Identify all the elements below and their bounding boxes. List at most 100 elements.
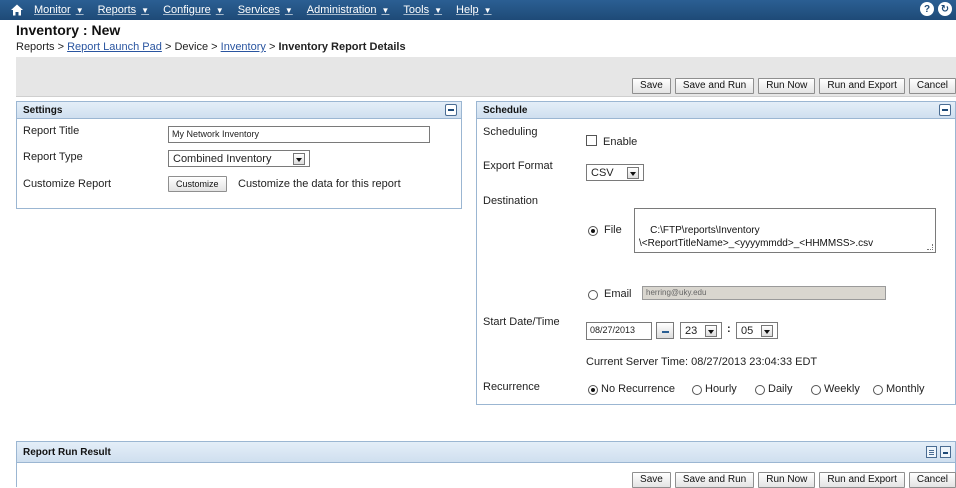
recurrence-monthly-label: Monthly <box>886 383 925 395</box>
enable-checkbox[interactable] <box>586 135 597 146</box>
export-format-label: Export Format <box>483 160 553 172</box>
recurrence-none-radio[interactable] <box>588 385 598 395</box>
cancel-button[interactable]: Cancel <box>908 472 956 488</box>
settings-panel: Settings Report Title My Network Invento… <box>16 101 462 209</box>
run-now-button[interactable]: Run Now <box>758 472 816 488</box>
recurrence-weekly-label: Weekly <box>824 383 860 395</box>
nav-reports[interactable]: Reports ▼ <box>98 4 149 16</box>
start-date-input[interactable]: 08/27/2013 <box>586 322 652 340</box>
nav-reports-label: Reports <box>97 4 137 16</box>
schedule-panel: Schedule Scheduling Enable Export Format… <box>476 101 956 405</box>
dropdown-arrow-icon <box>293 152 305 165</box>
chevron-down-icon: ▼ <box>483 5 492 15</box>
nav-administration-label: Administration <box>306 4 377 16</box>
report-type-value: Combined Inventory <box>173 152 272 165</box>
save-button[interactable]: Save <box>632 78 671 94</box>
file-path-textarea[interactable]: C:\FTP\reports\Inventory \<ReportTitleNa… <box>634 208 936 253</box>
start-minute-select[interactable]: 05 <box>736 322 778 339</box>
nav-help-label: Help <box>456 4 479 16</box>
save-and-run-button[interactable]: Save and Run <box>674 472 755 488</box>
nav-tools-label: Tools <box>403 4 430 16</box>
bottom-button-row: Save Save and Run Run Now Run and Export… <box>632 472 956 488</box>
recurrence-daily-label: Daily <box>768 383 793 395</box>
breadcrumb-device: Device <box>174 41 209 53</box>
top-nav-bar: Monitor ▼ Reports ▼ Configure ▼ Services ▼ A… <box>0 0 956 20</box>
run-and-export-button[interactable]: Run and Export <box>819 472 905 488</box>
nav-services[interactable]: Services ▼ <box>238 4 293 16</box>
resize-grip-icon[interactable] <box>927 244 933 250</box>
collapse-icon[interactable] <box>940 446 951 458</box>
recurrence-label: Recurrence <box>483 381 540 393</box>
report-type-label: Report Type <box>23 151 83 163</box>
home-icon[interactable] <box>10 3 24 17</box>
schedule-header: Schedule <box>477 102 955 119</box>
export-document-icon[interactable] <box>926 446 937 458</box>
breadcrumb-separator: > <box>268 41 276 53</box>
run-and-export-button[interactable]: Run and Export <box>819 78 905 94</box>
settings-title: Settings <box>23 105 63 116</box>
recurrence-none-label: No Recurrence <box>601 383 675 395</box>
chevron-down-icon: ▼ <box>141 5 150 15</box>
recurrence-weekly-radio[interactable] <box>811 385 821 395</box>
start-hour-select[interactable]: 23 <box>680 322 722 339</box>
time-separator: : <box>727 323 731 335</box>
breadcrumb-current: Inventory Report Details <box>278 41 406 53</box>
email-input: herring@uky.edu <box>642 286 886 300</box>
recurrence-daily-radio[interactable] <box>755 385 765 395</box>
recurrence-hourly-radio[interactable] <box>692 385 702 395</box>
nav-administration[interactable]: Administration ▼ <box>307 4 390 16</box>
chevron-down-icon: ▼ <box>75 5 84 15</box>
chevron-down-icon: ▼ <box>284 5 293 15</box>
schedule-title: Schedule <box>483 105 528 116</box>
recurrence-hourly-label: Hourly <box>705 383 737 395</box>
destination-file-label: File <box>604 224 622 236</box>
nav-right-icons: ? ↻ <box>920 2 952 16</box>
nav-monitor[interactable]: Monitor ▼ <box>34 4 84 16</box>
dropdown-arrow-icon <box>705 324 717 337</box>
dropdown-arrow-icon <box>761 324 773 337</box>
export-format-value: CSV <box>591 166 614 179</box>
start-hour-value: 23 <box>685 324 698 337</box>
calendar-icon[interactable] <box>656 322 674 339</box>
customize-button[interactable]: Customize <box>168 176 227 192</box>
refresh-icon[interactable]: ↻ <box>938 2 952 16</box>
collapse-icon[interactable] <box>939 104 951 116</box>
save-and-run-button[interactable]: Save and Run <box>674 78 755 94</box>
cancel-button[interactable]: Cancel <box>908 78 956 94</box>
settings-header: Settings <box>17 102 461 119</box>
export-format-select[interactable]: CSV <box>586 164 644 181</box>
save-button[interactable]: Save <box>632 472 671 488</box>
customize-report-label: Customize Report <box>23 178 112 190</box>
help-icon[interactable]: ? <box>920 2 934 16</box>
chevron-down-icon: ▼ <box>434 5 443 15</box>
nav-help[interactable]: Help ▼ <box>456 4 492 16</box>
report-type-select[interactable]: Combined Inventory <box>168 150 310 167</box>
collapse-icon[interactable] <box>445 104 457 116</box>
chevron-down-icon: ▼ <box>381 5 390 15</box>
file-path-text: C:\FTP\reports\Inventory \<ReportTitleNa… <box>639 225 874 249</box>
report-run-result-header: Report Run Result <box>17 442 955 463</box>
destination-email-radio[interactable] <box>588 290 598 300</box>
enable-label: Enable <box>603 136 638 148</box>
scheduling-label: Scheduling <box>483 126 538 138</box>
report-run-result-title: Report Run Result <box>23 447 111 458</box>
start-datetime-label: Start Date/Time <box>483 316 560 328</box>
page-title: Inventory : New <box>16 22 121 38</box>
breadcrumb: Reports > Report Launch Pad > Device > I… <box>16 41 406 53</box>
destination-file-radio[interactable] <box>588 226 598 236</box>
nav-monitor-label: Monitor <box>34 4 71 16</box>
start-minute-value: 05 <box>741 324 754 337</box>
dropdown-arrow-icon <box>627 166 639 179</box>
top-button-row: Save Save and Run Run Now Run and Export… <box>632 78 956 94</box>
breadcrumb-separator: > <box>164 41 172 53</box>
recurrence-monthly-radio[interactable] <box>873 385 883 395</box>
nav-tools[interactable]: Tools ▼ <box>403 4 442 16</box>
breadcrumb-separator: > <box>57 41 65 53</box>
nav-configure-label: Configure <box>163 4 211 16</box>
run-now-button[interactable]: Run Now <box>758 78 816 94</box>
report-title-input[interactable]: My Network Inventory <box>168 126 430 143</box>
breadcrumb-report-launch-pad[interactable]: Report Launch Pad <box>67 41 162 53</box>
breadcrumb-separator: > <box>211 41 218 53</box>
breadcrumb-inventory[interactable]: Inventory <box>221 41 266 53</box>
nav-configure[interactable]: Configure ▼ <box>163 4 224 16</box>
